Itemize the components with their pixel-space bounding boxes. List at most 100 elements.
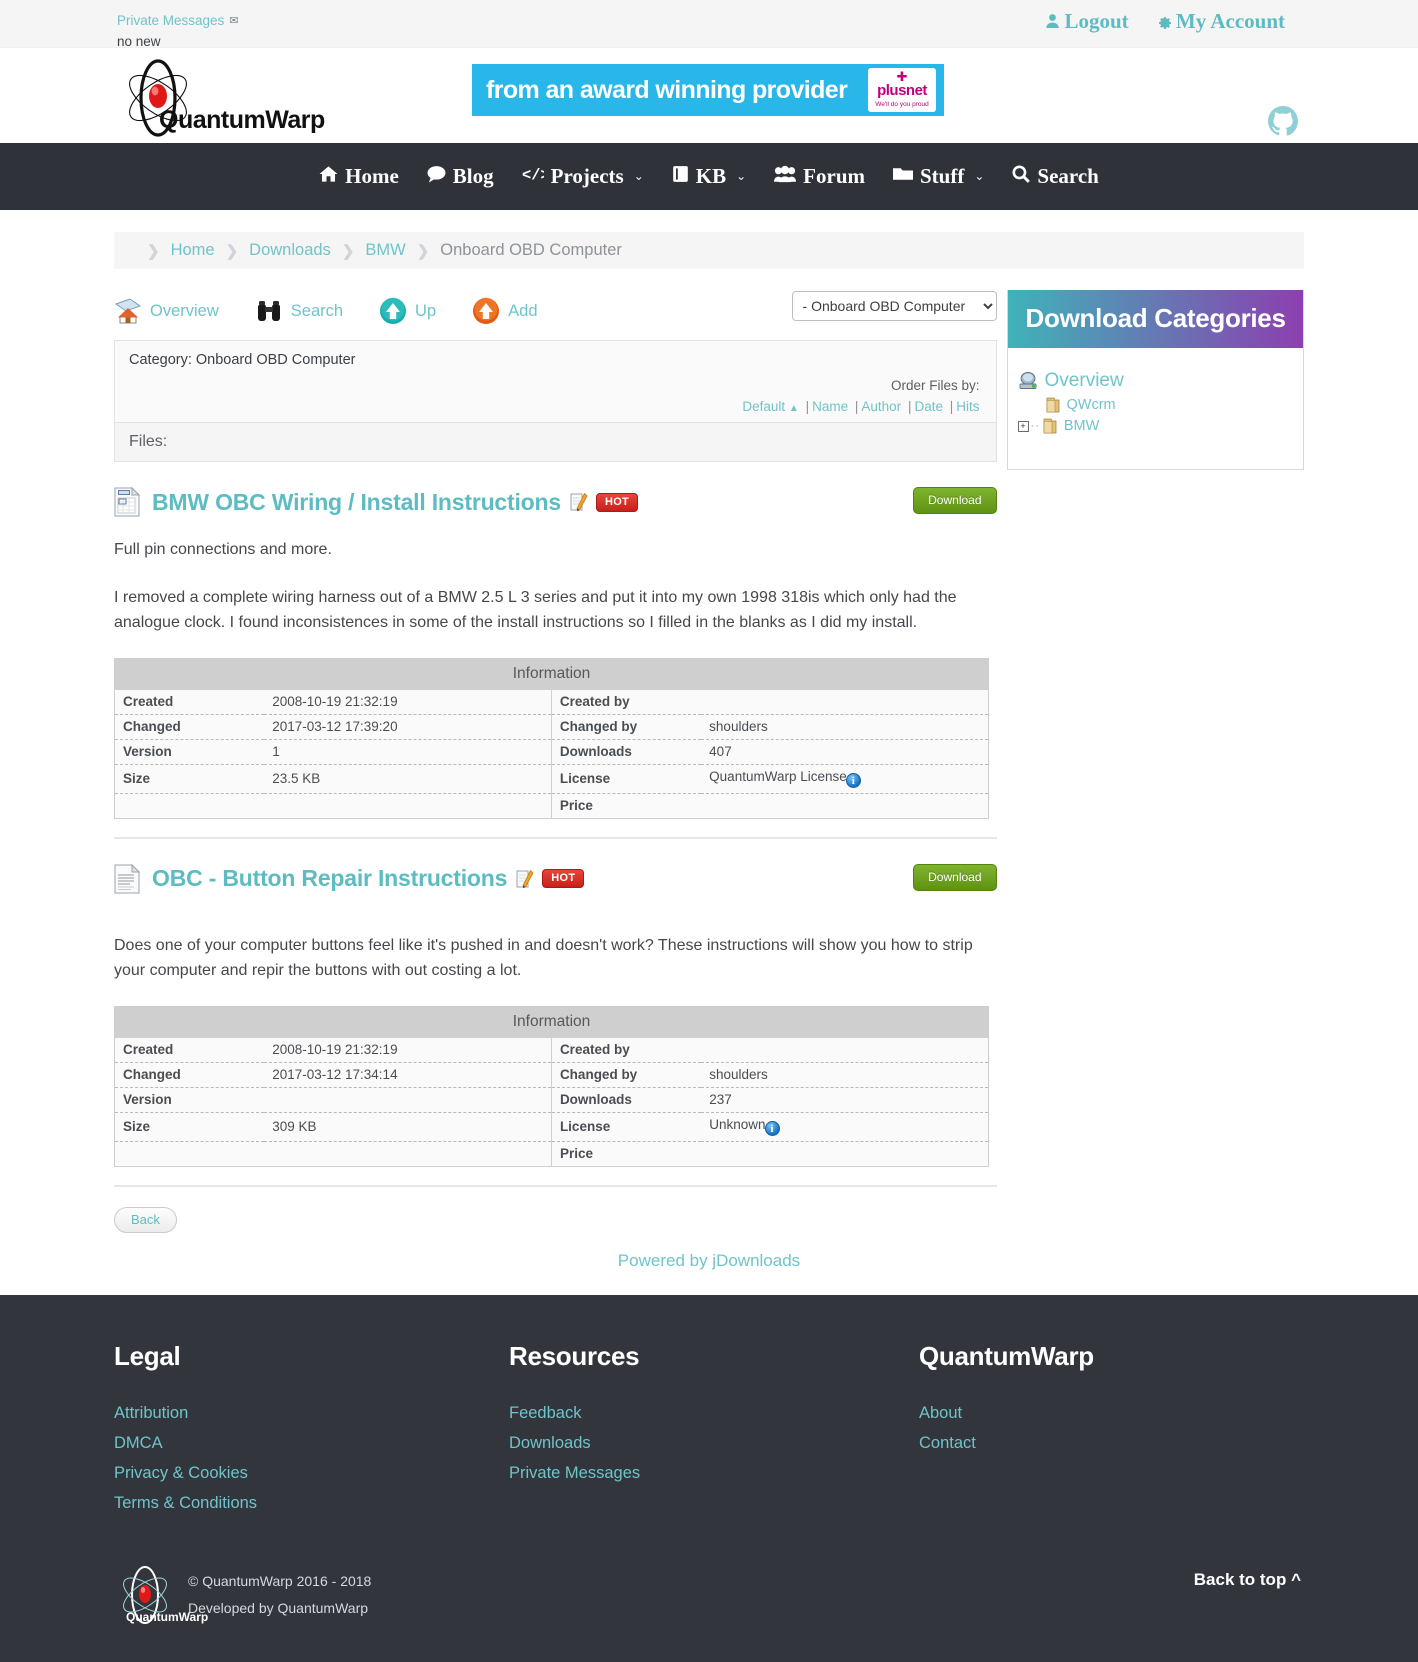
license-text: QuantumWarp License [709,769,847,784]
table-row: Changed 2017-03-12 17:34:14 Changed by s… [115,1062,989,1087]
footer-column-quantumwarp: QuantumWarp About Contact [919,1341,1304,1524]
overview-house-icon [114,297,142,325]
order-sep: | [855,399,859,414]
toolbar-search[interactable]: Search [255,297,343,325]
expand-plus-icon[interactable]: + [1018,421,1029,432]
my-account-link[interactable]: My Account [1156,9,1285,33]
category-tree: Overview QWcrm + [1008,348,1303,469]
tree-item-label[interactable]: BMW [1064,418,1099,434]
order-hits[interactable]: Hits [956,399,979,414]
info-value [701,793,988,818]
nav-item-kb[interactable]: KB ⌄ [672,164,746,189]
top-utility-bar: Private Messages✉ no new Logout My Accou… [0,0,1418,48]
footer-link-terms[interactable]: Terms & Conditions [114,1494,509,1513]
book-icon [672,164,689,189]
folder-icon [1046,397,1060,413]
order-name[interactable]: Name [812,399,848,414]
nav-item-search[interactable]: Search [1012,164,1098,189]
info-tooltip-icon[interactable]: i [765,1121,780,1136]
folder-icon [1043,418,1057,434]
breadcrumb-item-downloads[interactable]: Downloads [249,241,331,260]
downloads-main-column: Overview Search [114,290,997,1233]
info-value: 23.5 KB [264,764,551,793]
tree-item-overview[interactable]: Overview [1018,370,1303,392]
file-description-paragraph: Does one of your computer buttons feel l… [114,933,997,984]
footer-link-privacy[interactable]: Privacy & Cookies [114,1464,509,1483]
footer-column-resources: Resources Feedback Downloads Private Mes… [509,1341,919,1524]
footer-link-contact[interactable]: Contact [919,1434,1304,1453]
tree-item-label[interactable]: QWcrm [1067,397,1116,413]
info-value: 309 KB [264,1112,551,1141]
info-value [264,1087,551,1112]
footer-link-private-messages[interactable]: Private Messages [509,1464,919,1483]
svg-text:</>: </> [522,167,544,184]
file-title-link[interactable]: OBC - Button Repair Instructions [152,865,507,892]
edit-pencil-icon[interactable] [516,869,534,889]
footer-link-attribution[interactable]: Attribution [114,1404,509,1423]
gear-icon [1156,10,1172,35]
private-messages-link[interactable]: Private Messages [117,13,224,28]
footer-link-downloads[interactable]: Downloads [509,1434,919,1453]
back-to-top-link[interactable]: Back to top ^ [1194,1570,1301,1590]
info-label: Created by [551,690,701,715]
nav-item-stuff[interactable]: Stuff ⌄ [893,164,984,189]
plusnet-logo: ✚ plusnet We'll do you proud [868,68,936,112]
info-label: Price [551,1141,701,1166]
logout-link[interactable]: Logout [1045,9,1128,33]
chevron-down-icon: ⌄ [974,169,984,184]
breadcrumb-item-home[interactable]: Home [171,241,215,260]
footer-link-about[interactable]: About [919,1404,1304,1423]
tree-item-bmw[interactable]: + ·· BMW [1018,418,1303,434]
nav-label: Forum [803,164,865,189]
info-tooltip-icon[interactable]: i [846,773,861,788]
nav-item-home[interactable]: Home [319,164,399,189]
info-label: Changed by [551,714,701,739]
hot-badge: HOT [596,493,638,512]
info-value [701,690,988,715]
nav-item-projects[interactable]: </> Projects ⌄ [522,164,644,189]
download-button[interactable]: Download [913,864,996,891]
table-row: Price [115,1141,989,1166]
main-navigation: Home Blog </> Projects ⌄ KB ⌄ Forum Stuf… [0,143,1418,210]
info-value: 2017-03-12 17:34:14 [264,1062,551,1087]
toolbar-add[interactable]: Add [472,297,537,325]
site-logo[interactable]: QuantumWarp [113,58,313,138]
users-icon [774,164,796,189]
breadcrumb-item-bmw[interactable]: BMW [365,241,405,260]
file-description: Does one of your computer buttons feel l… [114,933,997,984]
footer-link-dmca[interactable]: DMCA [114,1434,509,1453]
advertisement-banner[interactable]: from an award winning provider ✚ plusnet… [472,64,944,116]
category-select[interactable]: - Onboard OBD Computer [792,291,997,321]
order-date[interactable]: Date [914,399,943,414]
file-header: BMW OBC Wiring / Install Instructions HO… [114,484,997,520]
files-header: Files: [114,422,997,462]
info-value: 2008-10-19 21:32:19 [264,1038,551,1063]
info-label [115,1141,265,1166]
folder-icon [893,164,913,189]
chevron-right-icon: ❯ [342,242,355,260]
footer-link-feedback[interactable]: Feedback [509,1404,919,1423]
tree-overview-label[interactable]: Overview [1045,370,1124,392]
chevron-up-icon: ^ [1291,1570,1301,1589]
order-default[interactable]: Default [742,399,785,414]
tree-item-qwcrm[interactable]: QWcrm [1018,397,1303,413]
nav-item-forum[interactable]: Forum [774,164,865,189]
file-title-link[interactable]: BMW OBC Wiring / Install Instructions [152,489,561,516]
order-author[interactable]: Author [861,399,901,414]
footer-heading: QuantumWarp [919,1341,1304,1372]
info-value: 2017-03-12 17:39:20 [264,714,551,739]
back-button[interactable]: Back [114,1207,177,1233]
chevron-right-icon: ❯ [226,242,239,260]
file-information-table: Information Created 2008-10-19 21:32:19 … [114,1006,989,1167]
toolbar-up[interactable]: Up [379,297,436,325]
download-button[interactable]: Download [913,487,996,514]
github-icon[interactable] [1268,106,1298,140]
site-footer: Legal Attribution DMCA Privacy & Cookies… [0,1295,1418,1662]
nav-item-blog[interactable]: Blog [427,164,494,189]
info-label: Downloads [551,1087,701,1112]
footer-column-legal: Legal Attribution DMCA Privacy & Cookies… [114,1341,509,1524]
page-content: ❯ Home ❯ Downloads ❯ BMW ❯ Onboard OBD C… [0,232,1418,1295]
toolbar-overview[interactable]: Overview [114,297,219,325]
toolbar-up-label: Up [415,302,436,321]
edit-pencil-icon[interactable] [570,492,588,512]
